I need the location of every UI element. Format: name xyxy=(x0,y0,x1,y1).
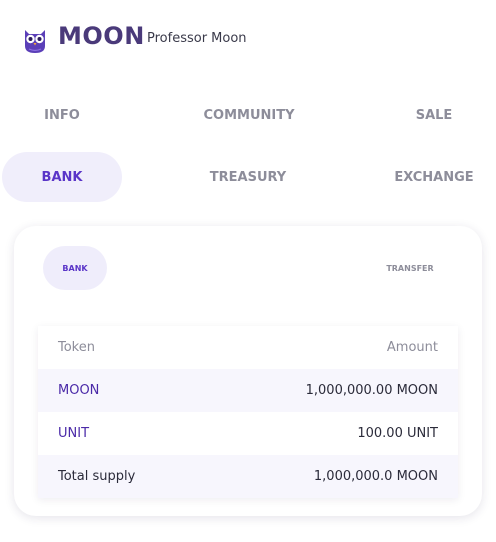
bank-card: BANK TRANSFER Token Amount MOON 1,000,00… xyxy=(14,226,482,516)
nav-community[interactable]: COMMUNITY xyxy=(189,90,309,140)
tab-transfer[interactable]: TRANSFER xyxy=(378,246,442,290)
header-amount: Amount xyxy=(386,340,438,355)
amount-cell: 1,000,000.00 MOON xyxy=(305,383,438,398)
total-row: Total supply 1,000,000.0 MOON xyxy=(38,455,458,498)
token-link-moon[interactable]: MOON xyxy=(58,383,99,398)
nav-treasury-label: TREASURY xyxy=(209,169,287,185)
nav-exchange[interactable]: EXCHANGE xyxy=(374,152,494,202)
token-table: Token Amount MOON 1,000,000.00 MOON UNIT… xyxy=(38,326,458,498)
table-row: MOON 1,000,000.00 MOON xyxy=(38,369,458,412)
brand-name[interactable]: MOON xyxy=(58,22,145,50)
nav-info[interactable]: INFO xyxy=(2,90,122,140)
owl-icon[interactable] xyxy=(22,26,48,54)
nav-info-label: INFO xyxy=(44,107,80,123)
table-header-row: Token Amount xyxy=(38,326,458,369)
nav-bank-label: BANK xyxy=(41,169,83,185)
header: MOON Professor Moon xyxy=(0,0,496,80)
subtitle: Professor Moon xyxy=(147,31,247,46)
total-supply-label: Total supply xyxy=(58,469,136,484)
amount-cell: 100.00 UNIT xyxy=(357,426,438,441)
nav-sale-label: SALE xyxy=(415,107,453,123)
tab-bank-label: BANK xyxy=(62,263,88,273)
token-link-unit[interactable]: UNIT xyxy=(58,426,89,441)
table-row: UNIT 100.00 UNIT xyxy=(38,412,458,455)
tab-bank[interactable]: BANK xyxy=(43,246,107,290)
tab-transfer-label: TRANSFER xyxy=(386,263,434,273)
nav-exchange-label: EXCHANGE xyxy=(394,169,474,185)
nav-bank[interactable]: BANK xyxy=(2,152,122,202)
nav-community-label: COMMUNITY xyxy=(203,107,295,123)
header-token: Token xyxy=(58,340,95,355)
nav-treasury[interactable]: TREASURY xyxy=(188,152,308,202)
total-supply-amount: 1,000,000.0 MOON xyxy=(313,469,438,484)
nav-sale[interactable]: SALE xyxy=(374,90,494,140)
